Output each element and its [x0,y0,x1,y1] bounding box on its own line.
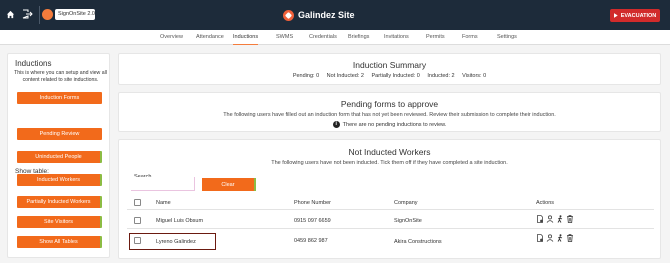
count-pending: Pending: 0 [292,73,320,79]
count-not-inducted: Not Inducted: 2 [326,73,364,79]
info-icon: i [332,121,340,128]
site-selector[interactable]: SignOnSite 2.0 [55,9,95,20]
not-inducted-subtitle: The following users have not been induct… [271,160,508,166]
summary-counts: Pending: 0 Not Inducted: 2 Partially Ind… [119,73,660,79]
brand-logo-icon [283,9,294,21]
tab-permits[interactable]: Permits [426,30,445,45]
sidebar-description: This is where you can setup and view all… [14,70,107,83]
user-icon[interactable] [546,234,554,242]
worker-company: SignOnSite [394,218,422,224]
document-icon[interactable] [536,215,544,223]
row-checkbox[interactable] [134,217,141,224]
worker-phone: 0459 862 987 [294,238,328,244]
site-avatar [42,9,53,20]
uninducted-people-button[interactable]: Uninducted People [17,151,102,163]
walking-person-icon[interactable] [556,215,564,223]
count-inducted: Inducted: 2 [427,73,455,79]
induction-forms-button[interactable]: Induction Forms [17,92,102,104]
partially-inducted-button[interactable]: Partially Inducted Workers [17,196,102,208]
not-inducted-title: Not Inducted Workers [348,147,431,157]
search-input[interactable] [131,177,195,191]
brand: Galindez Site [283,9,355,21]
tab-briefings[interactable]: Briefings [348,30,369,45]
count-partially-inducted: Partially Inducted: 0 [371,73,420,79]
worker-name: Miguel Luis Obsum [156,218,204,224]
row-actions [536,215,574,223]
induction-summary-card: Induction Summary Pending: 0 Not Inducte… [118,53,661,85]
row-actions [536,234,574,242]
home-icon[interactable] [6,10,15,19]
row-divider [127,228,654,229]
column-phone: Phone Number [294,200,331,206]
walking-person-icon[interactable] [556,234,564,242]
document-icon[interactable] [536,234,544,242]
evacuation-label: EVACUATION [620,12,657,19]
tab-settings[interactable]: Settings [497,30,517,45]
show-all-tables-button[interactable]: Show All Tables [17,236,102,248]
pending-review-button[interactable]: Pending Review [17,128,102,140]
column-company: Company [394,200,418,206]
tab-inductions[interactable]: Inductions [233,30,259,45]
evacuation-icon [613,13,618,18]
site-name: Galindez Site [298,10,355,20]
tab-attendance[interactable]: Attendance [196,30,224,45]
tab-forms[interactable]: Forms [462,30,478,45]
row-checkbox[interactable] [134,237,141,244]
trash-icon[interactable] [566,234,574,242]
not-inducted-card: Not Inducted Workers The following users… [118,139,661,259]
pending-info-text: There are no pending inductions to revie… [342,121,447,128]
column-actions: Actions [536,200,555,206]
select-all-checkbox[interactable] [134,199,141,206]
top-bar: SignOnSite 2.0 Galindez Site EVACUATION [0,0,670,30]
worker-phone: 0915 097 6659 [294,218,331,224]
nav-tabs: Overview Attendance Inductions SWMS Cred… [0,30,670,45]
evacuation-button[interactable]: EVACUATION [610,9,660,22]
pending-title: Pending forms to approve [340,99,439,109]
user-icon[interactable] [546,215,554,223]
tab-invitations[interactable]: Invitations [384,30,409,45]
column-name: Name [156,200,171,206]
clear-button[interactable]: Clear [202,178,256,191]
site-visitors-button[interactable]: Site Visitors [17,216,102,228]
trash-icon[interactable] [566,215,574,223]
pending-forms-card: Pending forms to approve The following u… [118,92,661,132]
summary-title: Induction Summary [352,60,427,70]
tab-credentials[interactable]: Credentials [309,30,337,45]
sidebar-title: Inductions [15,59,52,68]
logout-icon[interactable] [22,9,33,19]
tab-swms[interactable]: SWMS [276,30,293,45]
worker-company: Akira Constructions [394,239,442,245]
count-visitors: Visitors: 0 [462,73,487,79]
pending-subtitle: The following users have filled out an i… [223,112,556,118]
divider [39,6,40,24]
inductions-sidebar: Inductions This is where you can setup a… [7,53,110,258]
inducted-workers-button[interactable]: Inducted Workers [17,174,102,186]
worker-name: Lyreno Galindez [156,239,196,245]
header-divider [127,209,654,210]
pending-info: i There are no pending inductions to revi… [119,121,660,128]
tab-overview[interactable]: Overview [160,30,183,45]
